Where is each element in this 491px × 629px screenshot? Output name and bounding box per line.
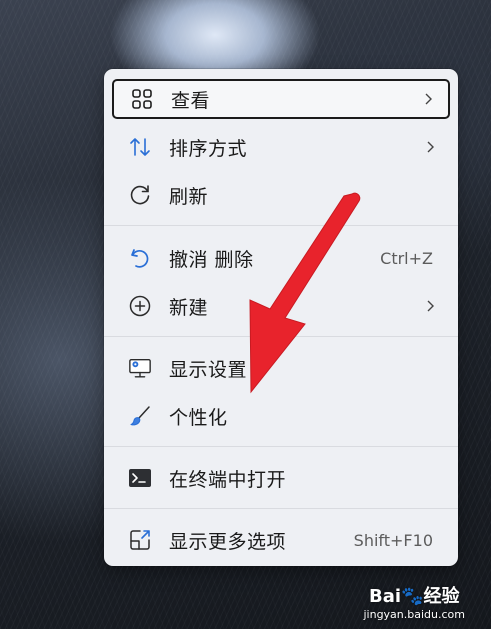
menu-item-label: 撤消 删除: [169, 248, 254, 271]
menu-divider: [104, 225, 458, 226]
menu-divider: [104, 336, 458, 337]
menu-item-refresh[interactable]: 刷新: [112, 175, 450, 215]
menu-item-show-more-options[interactable]: 显示更多选项 Shift+F10: [112, 520, 450, 560]
new-plus-icon: [128, 294, 152, 318]
menu-item-undo-delete[interactable]: 撤消 删除 Ctrl+Z: [112, 238, 450, 278]
paintbrush-icon: [128, 404, 152, 428]
menu-item-label: 个性化: [169, 406, 228, 429]
menu-item-sort-by[interactable]: 排序方式: [112, 127, 450, 167]
menu-item-new[interactable]: 新建: [112, 286, 450, 326]
more-options-icon: [128, 528, 152, 552]
watermark: Bai🐾经验 jingyan.baidu.com: [363, 582, 465, 621]
desktop-context-menu: 查看 排序方式 刷新 撤消 删除 Ctrl+Z 新建 显示设置 个性化 在终端中…: [104, 69, 458, 566]
baidu-jingyan-logo: Bai🐾经验: [369, 586, 460, 607]
menu-item-personalize[interactable]: 个性化: [112, 396, 450, 436]
menu-item-label: 排序方式: [169, 137, 248, 160]
chevron-right-icon: [427, 141, 434, 153]
menu-item-label: 新建: [169, 296, 209, 319]
display-settings-icon: [128, 356, 152, 380]
menu-item-view[interactable]: 查看: [112, 79, 450, 119]
watermark-url: jingyan.baidu.com: [363, 608, 465, 621]
menu-divider: [104, 508, 458, 509]
menu-item-label: 查看: [171, 89, 211, 112]
chevron-right-icon: [427, 300, 434, 312]
menu-item-label: 刷新: [169, 185, 209, 208]
grid-icon: [130, 87, 154, 111]
menu-divider: [104, 446, 458, 447]
refresh-icon: [128, 183, 152, 207]
sort-icon: [128, 135, 152, 159]
shortcut-hint: Ctrl+Z: [380, 248, 433, 268]
terminal-icon: [128, 466, 152, 490]
undo-icon: [128, 246, 152, 270]
menu-item-label: 显示更多选项: [169, 530, 287, 553]
menu-item-open-in-terminal[interactable]: 在终端中打开: [112, 458, 450, 498]
shortcut-hint: Shift+F10: [353, 530, 433, 550]
menu-item-label: 显示设置: [169, 358, 248, 381]
menu-item-label: 在终端中打开: [169, 468, 287, 491]
chevron-right-icon: [425, 93, 432, 105]
menu-item-display-settings[interactable]: 显示设置: [112, 348, 450, 388]
